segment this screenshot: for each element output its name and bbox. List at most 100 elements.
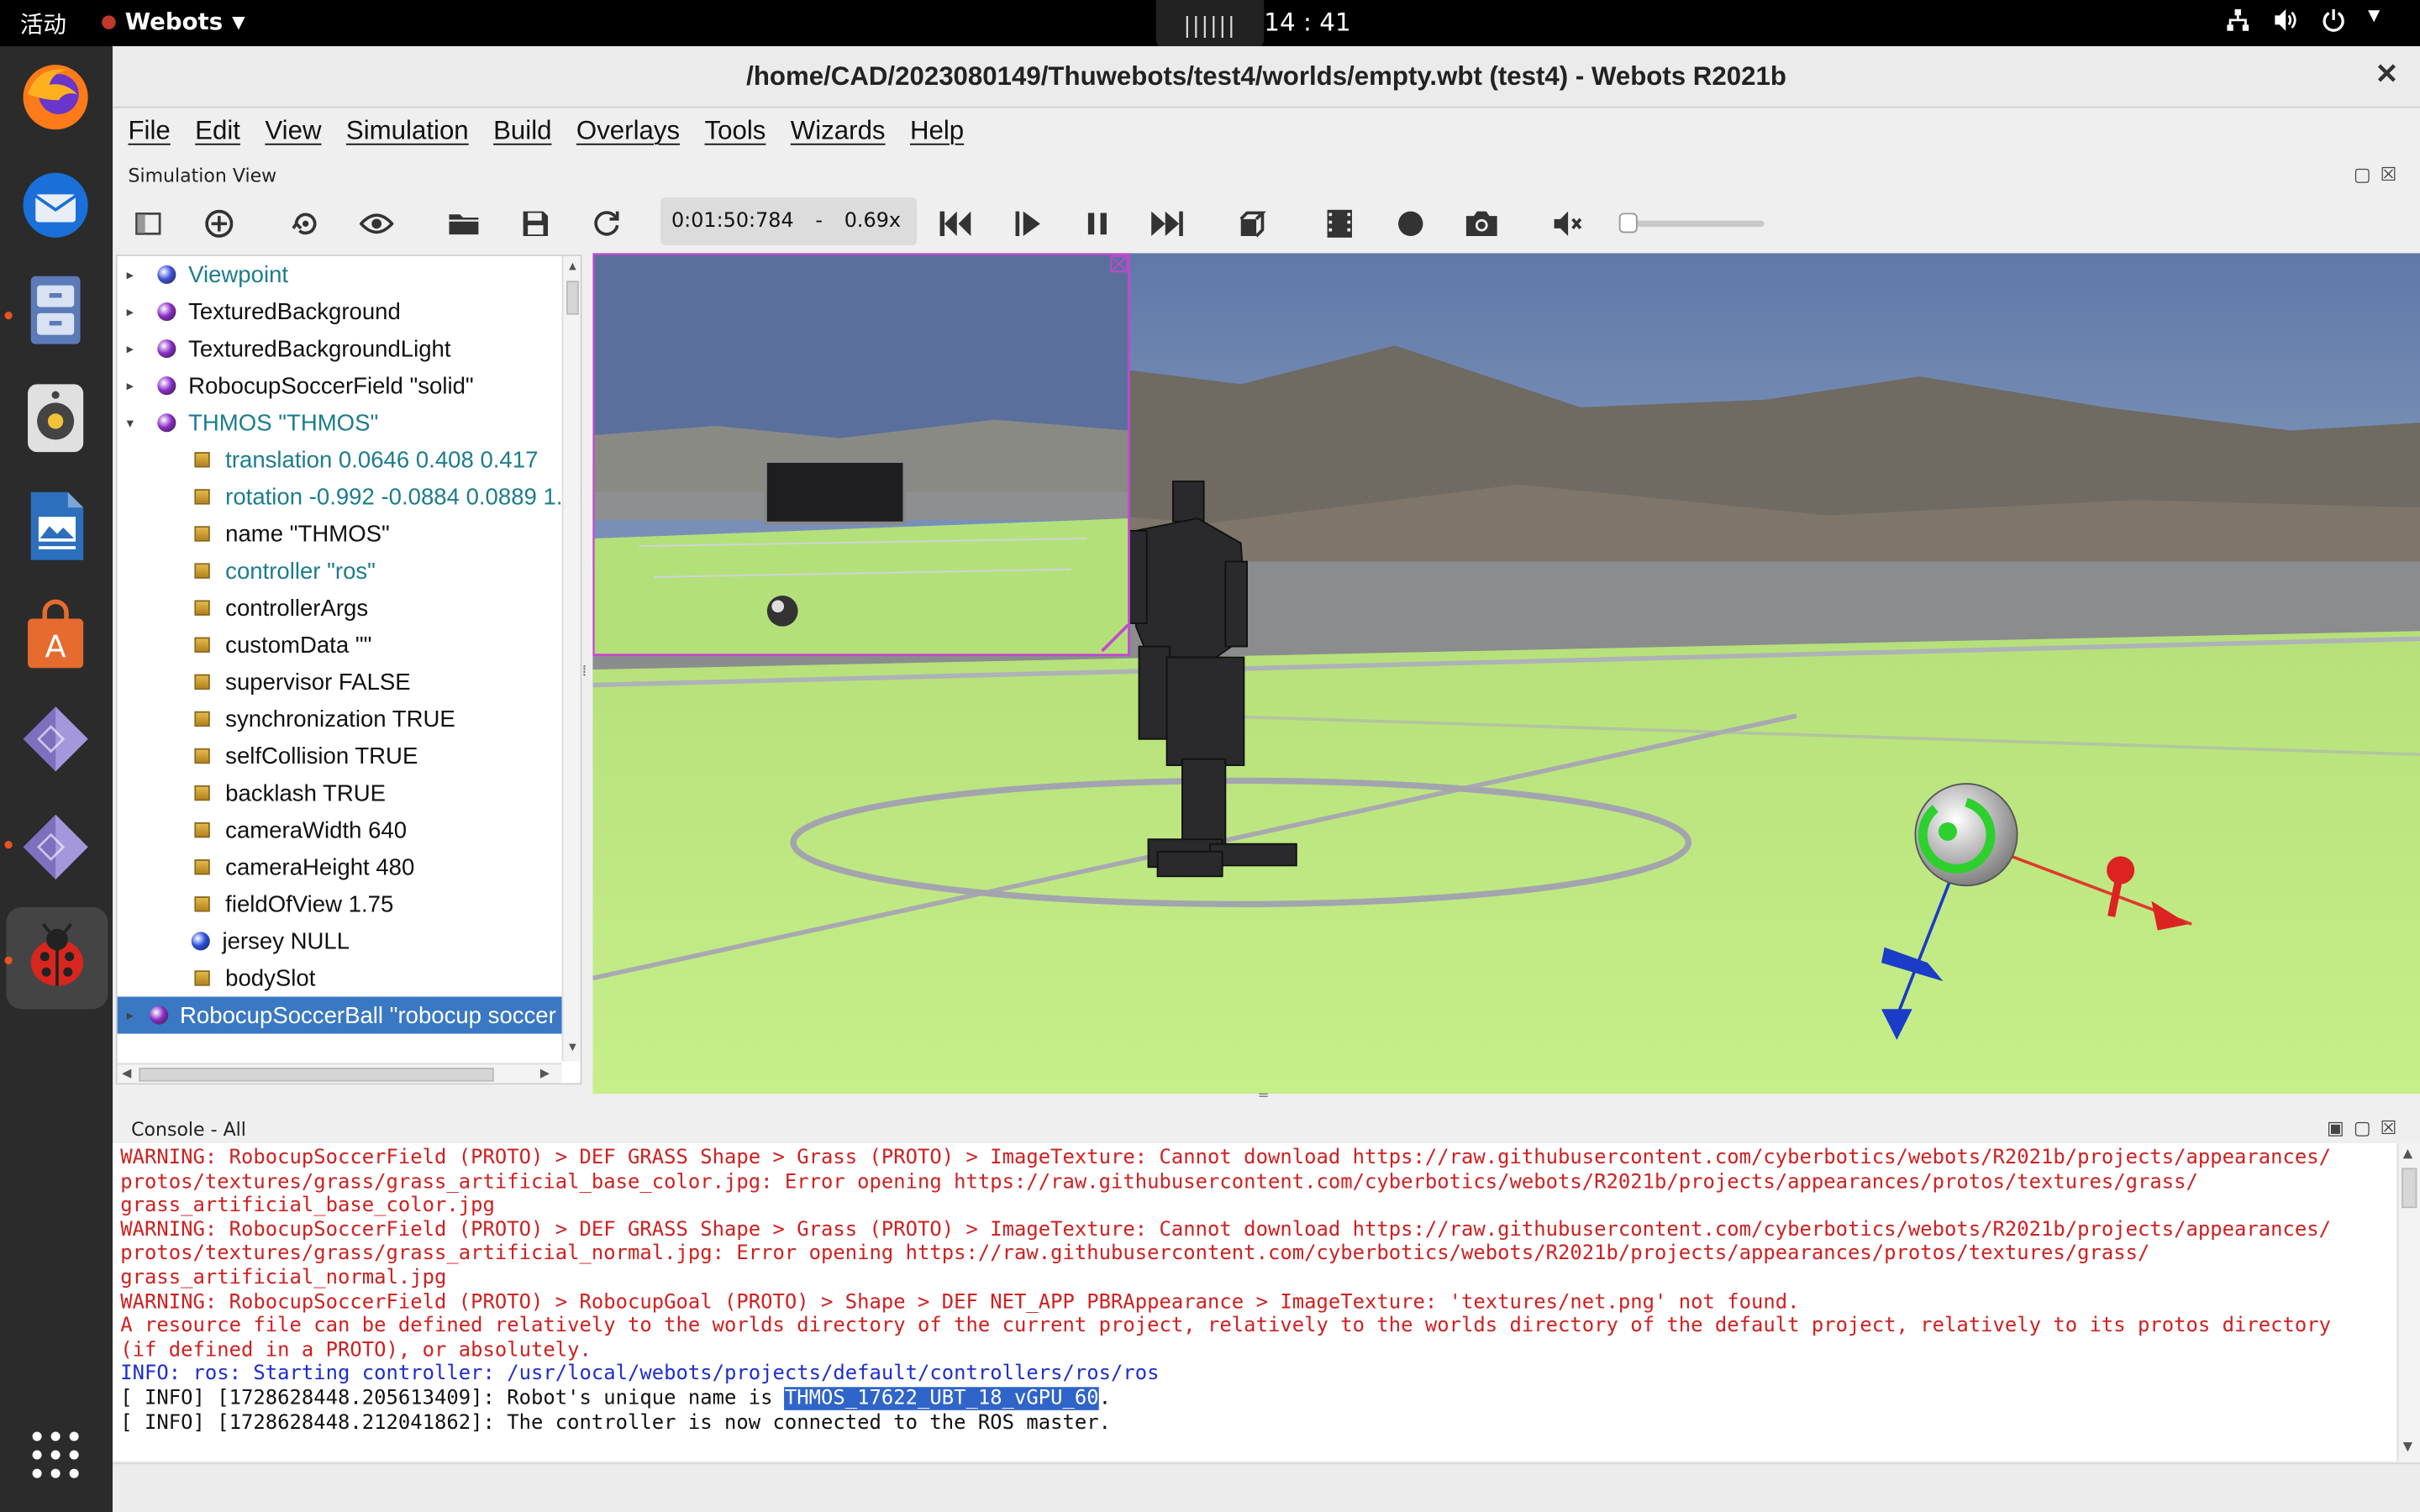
collapsed-arrow-icon[interactable]: ▸	[127, 303, 142, 320]
expanded-arrow-icon[interactable]: ▾	[127, 414, 142, 431]
scene-tree-field[interactable]: jersey NULL	[118, 922, 562, 959]
menu-overlays[interactable]: Overlays	[576, 116, 680, 147]
reset-view-icon[interactable]	[286, 203, 326, 244]
collapsed-arrow-icon[interactable]: ▸	[127, 377, 142, 394]
splitter-handle[interactable]: ⁞	[581, 664, 587, 680]
thunderbird-icon[interactable]	[17, 166, 94, 244]
scene-tree-field[interactable]: controller "ros"	[118, 553, 562, 590]
add-node-icon[interactable]	[199, 203, 239, 244]
collapsed-arrow-icon[interactable]: ▸	[127, 1006, 134, 1023]
close-panel-icon[interactable]: ☒	[2381, 1117, 2397, 1139]
scrollbar-thumb[interactable]	[566, 281, 579, 315]
menu-file[interactable]: File	[128, 116, 170, 147]
reload-world-icon[interactable]	[587, 203, 627, 244]
close-icon[interactable]: ✕	[2375, 59, 2399, 92]
system-tray[interactable]: ▼	[2226, 8, 2380, 39]
scene-render[interactable]	[592, 253, 2420, 1095]
save-icon[interactable]	[515, 203, 555, 244]
app-menu[interactable]: Webots ▼	[102, 8, 245, 35]
menu-edit[interactable]: Edit	[195, 116, 240, 147]
scroll-up-icon[interactable]: ▲	[2403, 1147, 2412, 1161]
software-icon[interactable]: A	[17, 596, 94, 673]
scroll-down-icon[interactable]: ▼	[566, 1040, 579, 1054]
menu-simulation[interactable]: Simulation	[346, 116, 469, 147]
volume-slider-handle[interactable]	[1618, 213, 1638, 234]
scrollbar-thumb[interactable]	[139, 1068, 494, 1082]
close-panel-icon[interactable]: ☒	[2381, 164, 2397, 186]
scene-tree-field[interactable]: name "THMOS"	[118, 515, 562, 552]
menu-view[interactable]: View	[265, 116, 321, 147]
power-icon[interactable]	[2322, 8, 2346, 39]
scene-tree-field[interactable]: selfCollision TRUE	[118, 738, 562, 774]
collapsed-arrow-icon[interactable]: ▸	[127, 266, 142, 283]
projection-cube-icon[interactable]	[1232, 203, 1272, 244]
console-output[interactable]: WARNING: RobocupSoccerField (PROTO) > DE…	[113, 1143, 2397, 1462]
scene-tree-field[interactable]: customData ""	[118, 627, 562, 664]
scroll-down-icon[interactable]: ▼	[2403, 1440, 2412, 1454]
rhythmbox-icon[interactable]	[17, 380, 94, 457]
scene-tree-field[interactable]: bodySlot	[118, 959, 562, 996]
open-folder-icon[interactable]	[445, 203, 485, 244]
scene-tree-node[interactable]: ▸ RobocupSoccerBall "robocup soccer ball"	[117, 996, 581, 1034]
scene-tree-vertical-scrollbar[interactable]: ▲ ▼	[561, 255, 581, 1062]
collapsed-arrow-icon[interactable]: ▸	[127, 340, 142, 357]
clock[interactable]: 14 : 41	[1264, 8, 1350, 37]
webots-ladybug-icon[interactable]	[6, 907, 108, 1010]
screenshot-camera-icon[interactable]	[1461, 203, 1502, 244]
menu-build[interactable]: Build	[493, 116, 551, 147]
scene-tree-field[interactable]: cameraWidth 640	[118, 811, 562, 848]
new-console-icon[interactable]: ▣	[2327, 1117, 2344, 1139]
dock: A	[0, 46, 113, 1512]
network-icon[interactable]	[2226, 8, 2250, 39]
scene-tree-node[interactable]: ▸ TexturedBackground	[118, 293, 562, 330]
scene-tree-horizontal-scrollbar[interactable]: ◀ ▶	[117, 1063, 562, 1084]
writer-icon[interactable]	[17, 487, 94, 564]
webots-icon-2[interactable]	[17, 808, 94, 885]
splitter-handle[interactable]: ═	[1260, 1089, 1268, 1105]
files-icon[interactable]	[17, 271, 94, 349]
step-icon[interactable]	[1007, 203, 1048, 244]
menu-wizards[interactable]: Wizards	[791, 116, 886, 147]
scroll-left-icon[interactable]: ◀	[122, 1066, 131, 1080]
panel-dock-buttons: ▢ ☒	[2354, 164, 2397, 186]
volume-slider[interactable]	[1618, 213, 1765, 234]
scene-tree-field[interactable]: controllerArgs	[118, 590, 562, 627]
float-panel-icon[interactable]: ▢	[2354, 164, 2371, 186]
webots-icon[interactable]	[17, 701, 94, 778]
scene-tree-field[interactable]: rotation -0.992 -0.0884 0.0889 1.58	[118, 478, 581, 515]
activities-button[interactable]: 活动	[20, 8, 66, 40]
eye-icon[interactable]	[356, 203, 397, 244]
scene-tree-node[interactable]: ▾ THMOS "THMOS"	[118, 404, 562, 441]
scene-tree-field[interactable]: cameraHeight 480	[118, 848, 562, 885]
menu-help[interactable]: Help	[910, 116, 964, 147]
film-record-icon[interactable]	[1319, 203, 1360, 244]
toggle-scene-tree-icon[interactable]	[128, 203, 168, 244]
fast-forward-icon[interactable]	[1147, 203, 1187, 244]
mute-icon[interactable]	[1548, 203, 1588, 244]
chevron-down-icon[interactable]: ▼	[2368, 8, 2380, 39]
firefox-icon[interactable]	[17, 59, 94, 136]
menu-tools[interactable]: Tools	[704, 116, 765, 147]
float-panel-icon[interactable]: ▢	[2354, 1117, 2371, 1139]
scene-tree-field[interactable]: supervisor FALSE	[118, 664, 562, 701]
grid-icon[interactable]	[17, 1416, 94, 1494]
scene-tree-node[interactable]: ▸ TexturedBackgroundLight	[118, 330, 562, 367]
record-icon[interactable]	[1391, 203, 1431, 244]
scene-tree-field[interactable]: fieldOfView 1.75	[118, 885, 562, 922]
scene-tree-field[interactable]: translation 0.0646 0.408 0.417	[118, 441, 562, 478]
3d-viewport[interactable]	[592, 253, 2420, 1095]
input-method-indicator[interactable]: ||||||	[1155, 0, 1265, 51]
console-vertical-scrollbar[interactable]: ▲ ▼	[2396, 1143, 2420, 1462]
scrollbar-thumb[interactable]	[2401, 1168, 2417, 1209]
scene-tree-field[interactable]: backlash TRUE	[118, 774, 562, 811]
scene-tree-node[interactable]: ▸ Viewpoint	[118, 256, 562, 293]
scene-tree-node[interactable]: ▸ RobocupSoccerField "solid"	[118, 367, 562, 404]
scroll-up-icon[interactable]: ▲	[566, 260, 579, 274]
volume-icon[interactable]	[2272, 8, 2300, 39]
scroll-right-icon[interactable]: ▶	[540, 1066, 550, 1080]
pause-icon[interactable]	[1077, 203, 1118, 244]
scene-tree[interactable]: ▸ Viewpoint ▸ TexturedBackground ▸ TexturedBa…	[115, 255, 582, 1085]
reset-simulation-icon[interactable]	[935, 203, 976, 244]
selected-text[interactable]: THMOS_17622_UBT_18_vGPU_60	[784, 1387, 1099, 1410]
scene-tree-field[interactable]: synchronization TRUE	[118, 701, 562, 738]
